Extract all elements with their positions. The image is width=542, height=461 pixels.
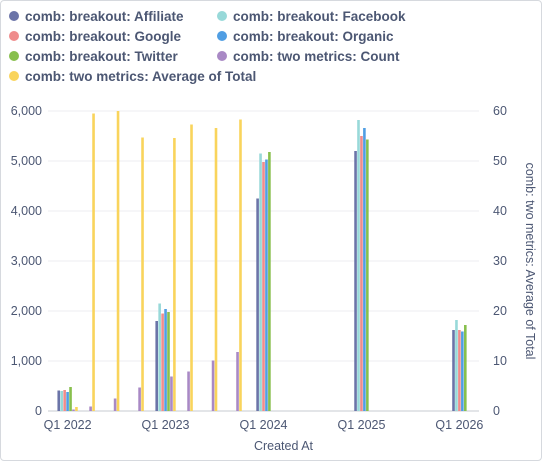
bar-comb-breakout-google [458,330,461,411]
bar-comb-breakout-twitter [268,152,271,411]
x-tick-label: Q1 2025 [337,418,385,432]
bar-comb-breakout-facebook [357,120,360,411]
bar-comb-two-metrics-average-of-total [214,128,218,411]
y2-tick-label: 20 [493,304,507,318]
bar-comb-breakout-twitter [167,312,170,411]
bar-comb-two-metrics-average-of-total [75,407,78,411]
bar-comb-two-metrics-count [236,352,239,411]
y2-axis-label: comb: two metrics: Average of Total [523,163,537,360]
bar-comb-two-metrics-average-of-total [141,137,144,411]
bar-comb-two-metrics-count [89,406,92,411]
bar-comb-two-metrics-count [211,360,215,411]
y2-tick-label: 60 [493,104,507,118]
y2-tick-label: 0 [493,404,500,418]
bar-comb-breakout-organic [164,309,167,411]
bar-comb-two-metrics-average-of-total [173,138,176,411]
y2-tick-label: 50 [493,154,507,168]
bar-comb-two-metrics-average-of-total [190,124,193,411]
y2-tick-label: 10 [493,354,507,368]
bar-comb-breakout-facebook [455,320,458,411]
bar-comb-two-metrics-average-of-total [116,111,120,411]
bar-comb-two-metrics-count [170,376,173,411]
y-tick-label: 4,000 [11,204,42,218]
bar-comb-breakout-affiliate [57,390,61,411]
bar-comb-breakout-twitter [366,139,369,411]
y-tick-label: 0 [35,404,42,418]
bar-comb-breakout-organic [66,392,69,411]
chart-card: comb: breakout: Affiliate comb: breakout:… [0,0,542,461]
y2-tick-label: 30 [493,254,507,268]
bar-comb-two-metrics-count [113,398,117,411]
bar-comb-breakout-facebook [259,153,262,411]
y-tick-label: 3,000 [11,254,42,268]
bar-comb-two-metrics-average-of-total [239,119,242,411]
bar-comb-breakout-facebook [158,303,161,411]
bar-comb-two-metrics-average-of-total [92,113,95,411]
x-tick-label: Q1 2024 [240,418,288,432]
bar-comb-breakout-google [262,162,265,411]
x-tick-label: Q1 2022 [44,418,92,432]
y-tick-label: 2,000 [11,304,42,318]
y-tick-label: 1,000 [11,354,42,368]
bar-comb-two-metrics-count [138,387,141,411]
bar-comb-breakout-google [161,313,164,411]
bar-comb-breakout-twitter [69,387,72,411]
bar-comb-breakout-affiliate [256,198,259,411]
bar-comb-breakout-affiliate [354,151,357,411]
bar-comb-breakout-affiliate [155,321,158,411]
bar-comb-breakout-organic [363,128,366,411]
bar-comb-breakout-twitter [464,325,467,411]
y2-tick-label: 40 [493,204,507,218]
bar-comb-breakout-google [360,136,363,411]
bar-comb-breakout-organic [265,159,268,411]
bar-comb-breakout-organic [461,331,464,411]
bar-comb-two-metrics-count [187,371,190,411]
combo-bar-chart: 0 1,000 2,000 3,000 4,000 5,000 6,000 0 10 20 30 40… [11,104,537,453]
bar-comb-breakout-facebook [60,391,63,411]
bar-comb-breakout-google [63,390,66,411]
x-tick-label: Q1 2026 [435,418,483,432]
x-tick-label: Q1 2023 [142,418,190,432]
bar-comb-breakout-affiliate [452,330,455,411]
x-axis-label: Created At [254,439,314,453]
bar-comb-two-metrics-count [72,409,75,411]
y-tick-label: 6,000 [11,104,42,118]
y-tick-label: 5,000 [11,154,42,168]
